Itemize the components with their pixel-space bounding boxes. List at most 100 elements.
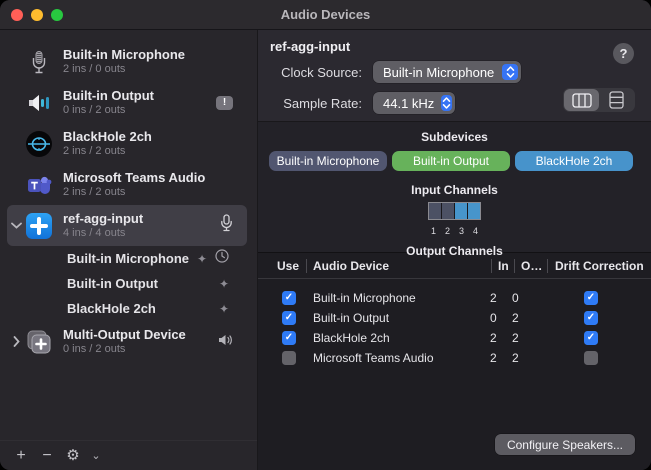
speaker-icon <box>24 88 54 118</box>
input-channels-heading: Input Channels <box>258 183 651 197</box>
clock-source-label: Clock Source: <box>270 65 362 80</box>
rows-icon <box>609 91 624 109</box>
row-device-name: Built-in Microphone <box>306 291 490 305</box>
device-name: Built-in Output <box>63 88 216 103</box>
row-ins: 0 <box>490 311 512 325</box>
device-io-summary: 0 ins / 2 outs <box>63 103 216 117</box>
col-use: Use <box>258 259 306 273</box>
row-ins: 2 <box>490 291 512 305</box>
sidebar-item-built-in-microphone[interactable]: Built-in Microphone 2 ins / 0 outs <box>0 41 257 82</box>
clock-source-icon <box>215 249 229 268</box>
columns-view-button[interactable] <box>564 89 599 111</box>
device-name: Microsoft Teams Audio <box>63 170 233 185</box>
sidebar-item-built-in-output[interactable]: Built-in Output 0 ins / 2 outs ! <box>0 82 257 123</box>
channel-4 <box>468 203 480 219</box>
drift-sparkle-icon: ✦ <box>197 253 207 265</box>
row-outs: 0 <box>512 291 544 305</box>
channel-numbers: 1 2 3 4 <box>258 226 651 236</box>
col-drift-correction: Drift Correction <box>548 259 651 273</box>
row-ins: 2 <box>490 331 512 345</box>
multi-output-icon <box>24 327 54 357</box>
use-checkbox[interactable]: ✓ <box>282 331 296 345</box>
subdevice-pill-built-in-microphone[interactable]: Built-in Microphone <box>269 151 387 171</box>
sidebar-item-multi-output-device[interactable]: Multi-Output Device 0 ins / 2 outs <box>0 321 257 362</box>
col-in: In <box>492 259 514 273</box>
sample-rate-label: Sample Rate: <box>270 96 362 111</box>
drift-sparkle-icon: ✦ <box>219 303 229 315</box>
output-device-speaker-icon <box>218 333 233 351</box>
table-row: ✓ Microsoft Teams Audio 2 2 ✓ <box>258 348 651 368</box>
subdevice-pill-built-in-output[interactable]: Built-in Output <box>392 151 510 171</box>
drift-checkbox[interactable]: ✓ <box>584 351 598 365</box>
sidebar-subitem-blackhole-2ch[interactable]: BlackHole 2ch ✦ <box>0 296 257 321</box>
table-row: ✓ Built-in Microphone 2 0 ✓ <box>258 288 651 308</box>
sidebar-footer-toolbar: + − ⚙ ⌄ <box>0 440 257 470</box>
microphone-icon <box>24 47 54 77</box>
channel-2 <box>442 203 454 219</box>
row-device-name: Microsoft Teams Audio <box>306 351 490 365</box>
subdevice-pill-blackhole-2ch[interactable]: BlackHole 2ch <box>515 151 633 171</box>
chevron-down-icon[interactable] <box>8 222 24 229</box>
columns-icon <box>572 93 592 108</box>
sidebar-item-microsoft-teams-audio[interactable]: Microsoft Teams Audio 2 ins / 2 outs <box>0 164 257 205</box>
drift-checkbox[interactable]: ✓ <box>584 311 598 325</box>
gear-chevron-down-icon[interactable]: ⌄ <box>86 449 106 462</box>
titlebar: Audio Devices <box>0 0 651 30</box>
subdevice-table: Use Audio Device In O… Drift Correction … <box>258 253 651 470</box>
gear-menu-button[interactable]: ⚙ <box>60 448 86 464</box>
subdevices-heading: Subdevices <box>258 122 651 144</box>
device-detail-panel: ref-agg-input ? Clock Source: Built-in M… <box>258 30 651 470</box>
drift-checkbox[interactable]: ✓ <box>584 331 598 345</box>
remove-device-button[interactable]: − <box>34 448 60 464</box>
use-checkbox[interactable]: ✓ <box>282 291 296 305</box>
device-io-summary: 2 ins / 2 outs <box>63 185 233 199</box>
use-checkbox[interactable]: ✓ <box>282 351 296 365</box>
device-name: Built-in Microphone <box>63 47 233 62</box>
channel-1 <box>429 203 441 219</box>
row-device-name: BlackHole 2ch <box>306 331 490 345</box>
row-outs: 2 <box>512 311 544 325</box>
device-io-summary: 2 ins / 2 outs <box>63 144 233 158</box>
input-device-mic-icon <box>220 214 233 237</box>
zoom-button[interactable] <box>51 9 63 21</box>
device-io-summary: 0 ins / 2 outs <box>63 342 218 356</box>
device-io-summary: 4 ins / 4 outs <box>63 226 220 240</box>
input-channel-meter <box>428 202 481 220</box>
add-device-button[interactable]: + <box>8 448 34 464</box>
row-ins: 2 <box>490 351 512 365</box>
table-header-row: Use Audio Device In O… Drift Correction <box>258 253 651 279</box>
chevron-right-icon[interactable] <box>8 336 24 347</box>
sidebar-subitem-built-in-output[interactable]: Built-in Output ✦ <box>0 271 257 296</box>
help-button[interactable]: ? <box>613 43 634 64</box>
detail-header: ref-agg-input ? Clock Source: Built-in M… <box>258 30 651 122</box>
configure-speakers-button[interactable]: Configure Speakers... <box>495 434 635 455</box>
rows-view-button[interactable] <box>599 89 634 111</box>
device-io-summary: 2 ins / 0 outs <box>63 62 233 76</box>
use-checkbox[interactable]: ✓ <box>282 311 296 325</box>
view-mode-segmented-control <box>563 88 635 112</box>
stepper-chevrons-icon <box>502 64 518 80</box>
sidebar-item-blackhole-2ch[interactable]: BlackHole 2ch 2 ins / 2 outs <box>0 123 257 164</box>
table-row: ✓ Built-in Output 0 2 ✓ <box>258 308 651 328</box>
table-row: ✓ BlackHole 2ch 2 2 ✓ <box>258 328 651 348</box>
drift-checkbox[interactable]: ✓ <box>584 291 598 305</box>
device-name: BlackHole 2ch <box>63 129 233 144</box>
audio-devices-window: Audio Devices <box>0 0 651 470</box>
aggregate-device-icon <box>24 211 54 241</box>
device-name: ref-agg-input <box>63 211 220 226</box>
col-audio-device: Audio Device <box>307 259 491 273</box>
drift-sparkle-icon: ✦ <box>219 278 229 290</box>
col-out: O… <box>515 259 547 273</box>
teams-icon <box>24 170 54 200</box>
close-button[interactable] <box>11 9 23 21</box>
row-device-name: Built-in Output <box>306 311 490 325</box>
device-sidebar: Built-in Microphone 2 ins / 0 outs <box>0 30 258 470</box>
sidebar-item-ref-agg-input[interactable]: ref-agg-input 4 ins / 4 outs <box>7 205 247 246</box>
sidebar-subitem-built-in-microphone[interactable]: Built-in Microphone ✦ <box>0 246 257 271</box>
sample-rate-select[interactable]: 44.1 kHz <box>373 92 455 114</box>
subdevices-section: Subdevices Built-in Microphone Built-in … <box>258 122 651 253</box>
minimize-button[interactable] <box>31 9 43 21</box>
clock-source-select[interactable]: Built-in Microphone <box>373 61 521 83</box>
channel-3 <box>455 203 467 219</box>
device-name: Multi-Output Device <box>63 327 218 342</box>
